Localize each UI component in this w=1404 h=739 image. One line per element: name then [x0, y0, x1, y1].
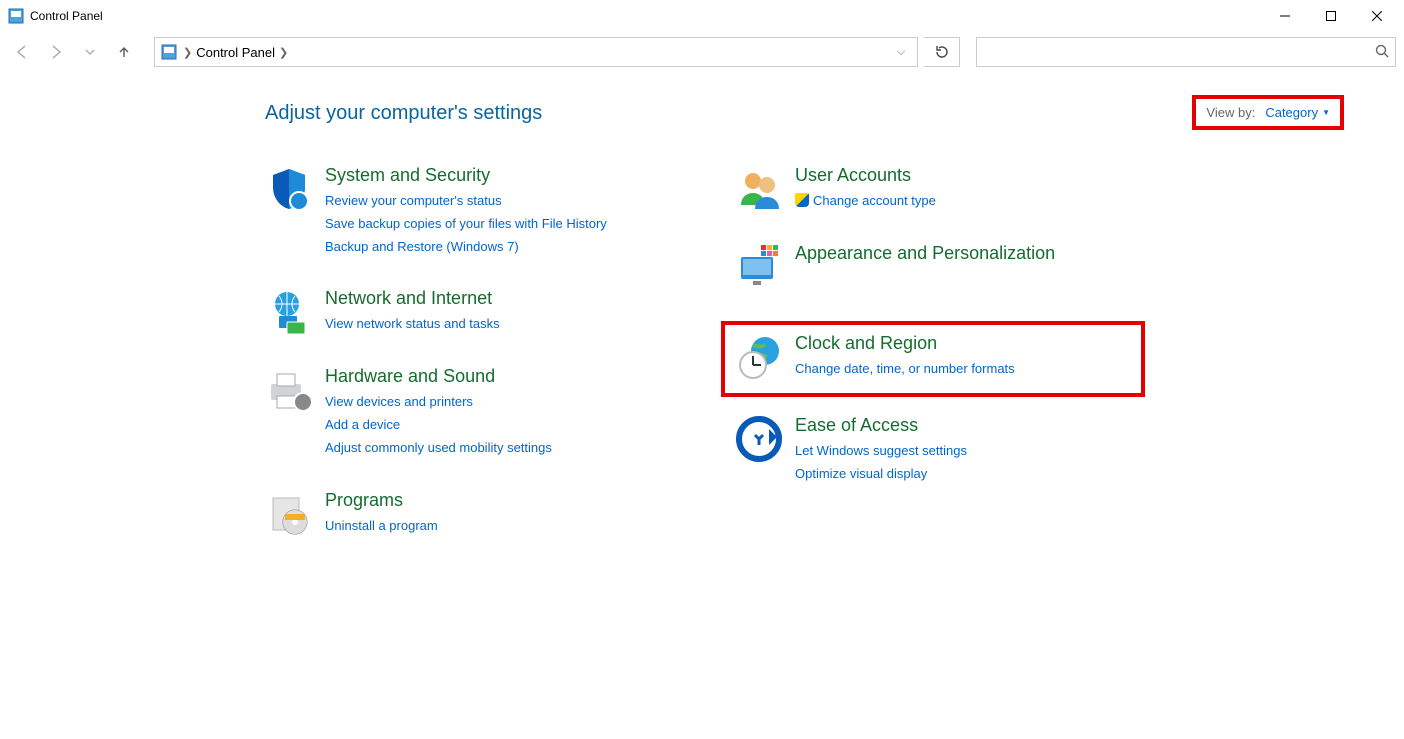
personalization-icon [735, 243, 783, 291]
close-button[interactable] [1354, 0, 1400, 32]
chevron-right-icon[interactable]: ❯ [279, 46, 288, 59]
category-link[interactable]: Let Windows suggest settings [795, 440, 967, 463]
category-title[interactable]: User Accounts [795, 165, 936, 186]
content-area: Adjust your computer's settings View by:… [0, 72, 1404, 588]
refresh-button[interactable] [924, 37, 960, 67]
shield-icon [265, 165, 313, 213]
nav-up-button[interactable] [110, 38, 138, 66]
view-by-label: View by: [1206, 105, 1255, 120]
programs-icon [265, 490, 313, 538]
category-link[interactable]: Change date, time, or number formats [795, 358, 1015, 381]
view-by-value[interactable]: Category ▼ [1265, 105, 1330, 120]
category-title[interactable]: Hardware and Sound [325, 366, 552, 387]
category-system-security: System and Security Review your computer… [265, 165, 675, 258]
address-bar[interactable]: ❯ Control Panel ❯ ⌵ [154, 37, 918, 67]
category-title[interactable]: Appearance and Personalization [795, 243, 1055, 264]
category-link[interactable]: Review your computer's status [325, 190, 607, 213]
printer-icon [265, 366, 313, 414]
category-title[interactable]: System and Security [325, 165, 607, 186]
clock-globe-icon [735, 333, 783, 381]
category-hardware-sound: Hardware and Sound View devices and prin… [265, 366, 675, 459]
search-box[interactable] [976, 37, 1396, 67]
category-link[interactable]: View network status and tasks [325, 313, 500, 336]
category-title[interactable]: Network and Internet [325, 288, 500, 309]
category-link[interactable]: Backup and Restore (Windows 7) [325, 236, 607, 259]
category-link[interactable]: Save backup copies of your files with Fi… [325, 213, 607, 236]
search-icon[interactable] [1375, 44, 1389, 61]
category-title[interactable]: Programs [325, 490, 438, 511]
category-programs: Programs Uninstall a program [265, 490, 675, 538]
category-link[interactable]: Change account type [795, 190, 936, 213]
category-link[interactable]: Uninstall a program [325, 515, 438, 538]
category-title[interactable]: Clock and Region [795, 333, 1015, 354]
category-user-accounts: User Accounts Change account type [735, 165, 1145, 213]
globe-network-icon [265, 288, 313, 336]
breadcrumb-item[interactable]: Control Panel [196, 45, 275, 60]
users-icon [735, 165, 783, 213]
category-link[interactable]: View devices and printers [325, 391, 552, 414]
app-icon [8, 8, 24, 24]
location-icon [159, 44, 179, 60]
nav-back-button[interactable] [8, 38, 36, 66]
ease-of-access-icon [735, 415, 783, 463]
category-column-right: User Accounts Change account type Appear… [735, 165, 1145, 568]
category-ease-of-access: Ease of Access Let Windows suggest setti… [735, 415, 1145, 486]
address-dropdown-icon[interactable]: ⌵ [889, 46, 913, 59]
search-input[interactable] [983, 38, 1375, 66]
category-clock-region: Clock and Region Change date, time, or n… [721, 321, 1145, 397]
category-appearance-personalization: Appearance and Personalization [735, 243, 1145, 291]
category-link[interactable]: Add a device [325, 414, 552, 437]
dropdown-icon: ▼ [1322, 108, 1330, 117]
view-by-selector[interactable]: View by: Category ▼ [1192, 95, 1344, 130]
recent-locations-button[interactable] [76, 38, 104, 66]
chevron-right-icon[interactable]: ❯ [183, 46, 192, 59]
category-network-internet: Network and Internet View network status… [265, 288, 675, 336]
category-title[interactable]: Ease of Access [795, 415, 967, 436]
maximize-button[interactable] [1308, 0, 1354, 32]
category-link[interactable]: Adjust commonly used mobility settings [325, 437, 552, 460]
nav-forward-button[interactable] [42, 38, 70, 66]
window-title: Control Panel [30, 9, 103, 23]
minimize-button[interactable] [1262, 0, 1308, 32]
category-link[interactable]: Optimize visual display [795, 463, 967, 486]
toolbar: ❯ Control Panel ❯ ⌵ [0, 32, 1404, 72]
titlebar: Control Panel [0, 0, 1404, 32]
category-column-left: System and Security Review your computer… [265, 165, 675, 568]
